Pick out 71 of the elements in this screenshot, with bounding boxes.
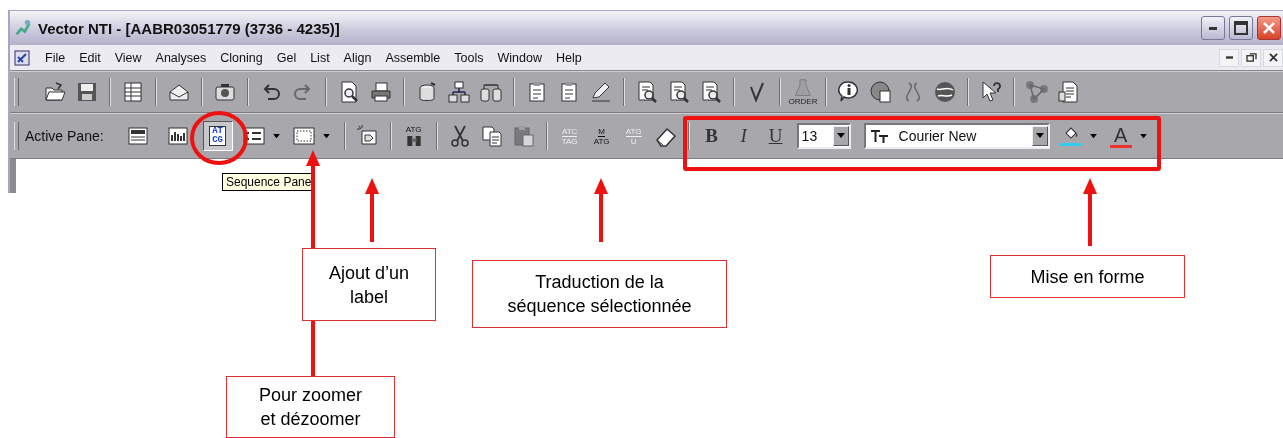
info-bubble-icon [837, 80, 861, 104]
callout-text: Mise en forme [1030, 265, 1145, 289]
font-color-button[interactable]: A [1105, 121, 1136, 151]
menu-item[interactable]: Edit [72, 50, 108, 65]
caret-icon [1035, 133, 1044, 139]
menu-item[interactable]: List [303, 50, 337, 65]
folder-open-icon [43, 80, 67, 104]
menu-item[interactable]: Window [490, 50, 549, 65]
caret-icon [323, 133, 331, 139]
toolbar-label: Active Pane: [25, 128, 104, 144]
globe-document-icon [869, 80, 893, 104]
callout-text: Pour zoomer et dézoomer [258, 384, 362, 431]
font-size-field[interactable]: 13 [796, 123, 851, 149]
molecule-icon [1025, 80, 1049, 104]
callout-text: Ajout d’un label [328, 261, 410, 309]
panel-icon [125, 124, 150, 148]
document-icon [14, 49, 30, 66]
arrow [1083, 178, 1097, 246]
restore-icon [1245, 53, 1257, 62]
table-icon [121, 80, 145, 104]
document-search-icon [635, 80, 659, 104]
document-search-icon [699, 80, 723, 104]
menu-item[interactable]: Cloning [213, 50, 270, 65]
font-field[interactable]: Courier New [863, 123, 1050, 149]
flask-icon [794, 78, 812, 97]
copy-icon [479, 124, 504, 148]
insert-label-icon [355, 124, 380, 148]
pane-button[interactable]: AT CG [202, 121, 233, 151]
format-button[interactable]: I [728, 121, 759, 151]
minimize-icon [1225, 56, 1233, 59]
network-icon [447, 80, 471, 104]
callout-text: Traduction de la séquence sélectionnée [507, 271, 692, 318]
rectangle-icon [291, 124, 316, 148]
toolbar-button[interactable]: ATG [398, 121, 429, 151]
app-icon [14, 19, 32, 37]
minimize-button[interactable] [1201, 16, 1225, 40]
maximize-icon [1234, 21, 1248, 35]
toolbar-button[interactable]: M ATG [586, 121, 617, 151]
menu-item[interactable]: Tools [447, 50, 491, 65]
arrow [365, 178, 379, 242]
format-button[interactable]: B [696, 121, 727, 151]
arrow [594, 178, 608, 242]
restore-button[interactable] [1241, 48, 1261, 67]
menu-item[interactable]: File [38, 50, 73, 65]
document-search-icon [667, 80, 691, 104]
menu-item[interactable]: Align [336, 50, 379, 65]
close-icon [1263, 22, 1275, 34]
format-button[interactable]: U [760, 121, 791, 151]
caret-icon [836, 133, 845, 139]
menu-item[interactable]: Analyses [148, 50, 214, 65]
menu-item[interactable]: View [107, 50, 149, 65]
close-button[interactable] [1257, 16, 1281, 40]
truetype-icon [869, 128, 890, 144]
menu-item[interactable]: Gel [269, 50, 304, 65]
globe-icon [933, 80, 957, 104]
document-icon [1057, 80, 1081, 104]
pointer-icon [979, 80, 1003, 104]
minimize-icon [1209, 26, 1217, 30]
menu-item[interactable]: Help [548, 50, 589, 65]
highlight-circle [189, 110, 249, 166]
caret-icon [1140, 133, 1148, 139]
close-icon [1268, 53, 1278, 62]
paste-icon [511, 124, 536, 148]
pencil-icon [589, 80, 613, 104]
window-title: Vector NTI - [AABR03051779 (3736 - 4235)] [38, 19, 340, 37]
menu-item[interactable]: Assemble [378, 50, 448, 65]
maximize-button[interactable] [1229, 16, 1253, 40]
printer-icon [369, 80, 393, 104]
bar-chart-icon [165, 124, 190, 148]
caret-icon [273, 133, 281, 139]
caret-icon [1090, 133, 1098, 139]
